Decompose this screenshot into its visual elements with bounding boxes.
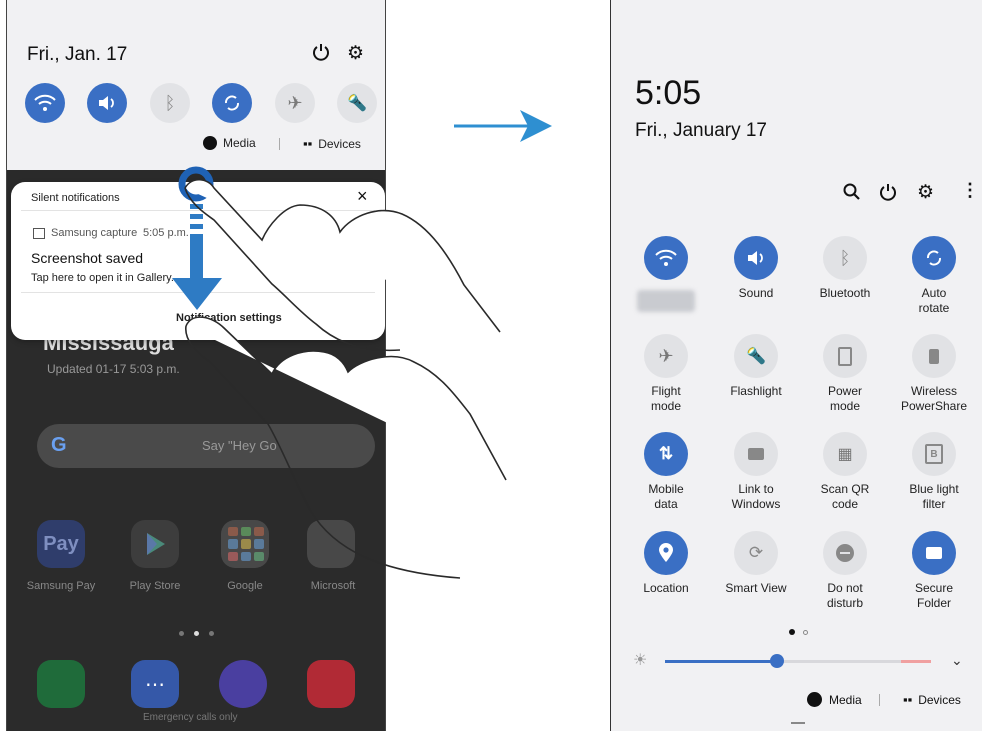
tile-power-mode[interactable]: Power mode — [800, 334, 890, 414]
tile-label: Sound — [738, 286, 774, 300]
tile-location[interactable]: Location — [621, 531, 711, 596]
hand-lower-icon — [185, 316, 507, 481]
search-icon[interactable] — [843, 183, 861, 206]
tile-flashlight[interactable]: 🔦 Flashlight — [711, 334, 801, 399]
tile-label: Bluetooth — [819, 286, 871, 300]
tile-label: Mobile data — [648, 482, 684, 511]
wifi-network-blurred — [637, 290, 695, 312]
tile-label: Flight mode — [650, 384, 682, 413]
tile-wireless-powershare[interactable]: Wireless PowerShare — [889, 334, 979, 414]
devices-button[interactable]: ▪▪ Devices — [903, 692, 961, 707]
link-windows-icon — [734, 432, 778, 476]
devices-label: Devices — [918, 692, 961, 707]
secure-folder-icon — [912, 531, 956, 575]
tile-label: Link to Windows — [731, 482, 781, 511]
qr-code-icon: ▦ — [823, 432, 867, 476]
play-circle-icon — [807, 692, 822, 707]
tile-label: Secure Folder — [914, 581, 954, 610]
tile-auto-rotate[interactable]: Auto rotate — [889, 236, 979, 316]
clock-time: 5:05 — [635, 74, 702, 112]
clock-date: Fri., January 17 — [635, 120, 767, 141]
tile-do-not-disturb[interactable]: Do not disturb — [800, 531, 890, 611]
flashlight-icon: 🔦 — [734, 334, 778, 378]
tile-smart-view[interactable]: ⟳ Smart View — [711, 531, 801, 596]
power-icon[interactable] — [878, 182, 898, 207]
tile-wifi[interactable] — [621, 236, 711, 312]
media-button[interactable]: Media — [807, 692, 862, 707]
tile-label: Auto rotate — [918, 286, 950, 315]
tile-label: Wireless PowerShare — [900, 384, 968, 413]
divider — [879, 694, 880, 706]
brightness-slider-high-zone — [901, 660, 931, 663]
brightness-slider-fill — [665, 660, 777, 663]
smart-view-icon: ⟳ — [734, 531, 778, 575]
tile-label: Smart View — [725, 581, 787, 595]
drag-handle[interactable] — [791, 722, 805, 724]
transition-arrow-icon — [454, 110, 552, 142]
media-label: Media — [829, 692, 862, 707]
tile-blue-light-filter[interactable]: B Blue light filter — [889, 432, 979, 512]
page-indicator — [789, 629, 808, 635]
brightness-slider-knob[interactable] — [769, 654, 784, 668]
rotate-icon — [912, 236, 956, 280]
tile-mobile-data[interactable]: ⇅ Mobile data — [621, 432, 711, 512]
brightness-slider[interactable] — [665, 654, 931, 668]
tile-link-to-windows[interactable]: Link to Windows — [711, 432, 801, 512]
airplane-icon: ✈ — [644, 334, 688, 378]
expand-chevron-down-icon[interactable]: ⌄ — [951, 652, 963, 669]
right-phone-screen: 5:05 Fri., January 17 ⚙ ⋮ Sound ᛒ Blueto… — [610, 0, 982, 731]
tile-secure-folder[interactable]: Secure Folder — [889, 531, 979, 611]
tile-label: Do not disturb — [826, 581, 864, 610]
brightness-sun-icon: ☀ — [633, 652, 648, 669]
tile-scan-qr[interactable]: ▦ Scan QR code — [800, 432, 890, 512]
tile-sound[interactable]: Sound — [711, 236, 801, 301]
tile-label: Blue light filter — [909, 482, 959, 511]
battery-icon — [823, 334, 867, 378]
wifi-icon — [644, 236, 688, 280]
blue-light-icon: B — [912, 432, 956, 476]
tile-label: Power mode — [827, 384, 862, 413]
do-not-disturb-icon — [823, 531, 867, 575]
tile-label: Scan QR code — [820, 482, 870, 511]
hand-upper-icon — [184, 178, 501, 333]
tile-label: Location — [643, 581, 689, 595]
more-options-icon[interactable]: ⋮ — [961, 180, 979, 201]
location-pin-icon — [644, 531, 688, 575]
bluetooth-icon: ᛒ — [823, 236, 867, 280]
powershare-icon — [912, 334, 956, 378]
tile-label: Flashlight — [730, 384, 782, 398]
speaker-icon — [734, 236, 778, 280]
settings-gear-icon[interactable]: ⚙ — [917, 181, 934, 204]
devices-grid-icon: ▪▪ — [903, 692, 913, 707]
tile-flight-mode[interactable]: ✈ Flight mode — [621, 334, 711, 414]
tile-bluetooth[interactable]: ᛒ Bluetooth — [800, 236, 890, 301]
data-arrows-icon: ⇅ — [644, 432, 688, 476]
